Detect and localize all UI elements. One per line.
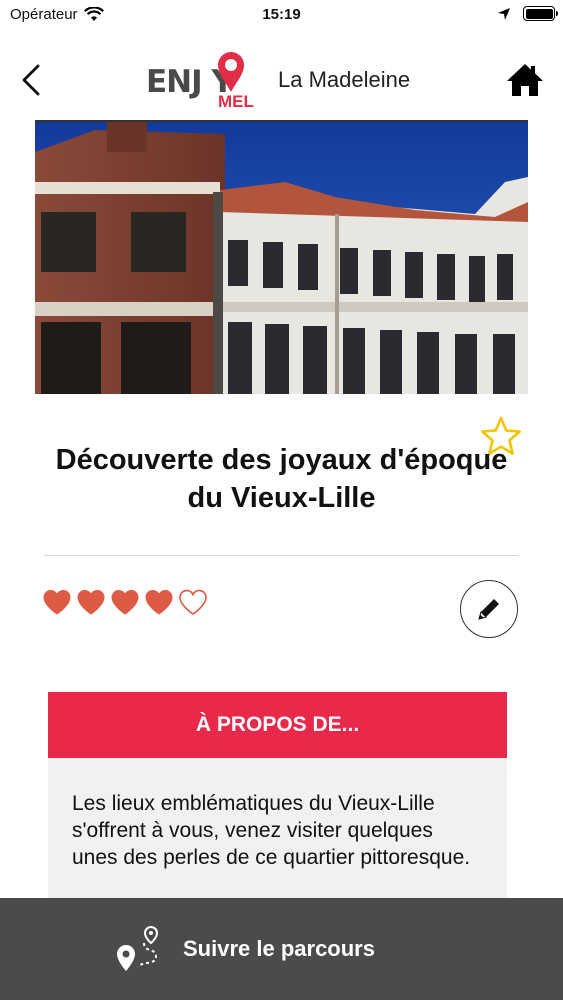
rating-hearts[interactable] — [42, 588, 208, 616]
about-content: Les lieux emblématiques du Vieux-Lille s… — [48, 758, 507, 918]
nav-bar: ENJ Y MEL La Madeleine — [0, 40, 563, 120]
heart-filled-icon[interactable] — [144, 588, 174, 616]
heart-empty-icon[interactable] — [178, 588, 208, 616]
location-arrow-icon — [498, 7, 510, 20]
map-pin-icon — [218, 52, 244, 92]
home-button[interactable] — [505, 62, 545, 98]
status-right — [497, 6, 558, 21]
enjoy-mel-logo: ENJ Y MEL — [146, 50, 272, 111]
heart-filled-icon[interactable] — [110, 588, 140, 616]
logo-sub: MEL — [218, 92, 254, 111]
about-text: Les lieux emblématiques du Vieux-Lille s… — [72, 792, 471, 869]
hero-photo — [35, 120, 528, 394]
battery-icon — [523, 6, 558, 21]
back-button[interactable] — [18, 60, 48, 100]
heart-filled-icon[interactable] — [76, 588, 106, 616]
heart-filled-icon[interactable] — [42, 588, 72, 616]
chevron-left-icon — [22, 64, 40, 96]
follow-route-label: Suivre le parcours — [183, 936, 375, 961]
divider — [44, 555, 518, 556]
about-header[interactable]: À PROPOS DE... — [48, 692, 507, 758]
follow-route-button[interactable]: Suivre le parcours — [0, 898, 563, 1000]
brand: ENJ Y MEL La Madeleine — [146, 50, 411, 111]
edit-button[interactable] — [460, 580, 518, 638]
pencil-icon — [478, 599, 499, 620]
status-bar: Opérateur 15:19 — [0, 0, 563, 30]
city-label: La Madeleine — [278, 67, 411, 92]
route-icon — [117, 925, 159, 971]
clock: 15:19 — [262, 6, 301, 23]
page-title: Découverte des joyaux d'époque du Vieux-… — [55, 444, 508, 514]
home-icon — [507, 64, 543, 96]
